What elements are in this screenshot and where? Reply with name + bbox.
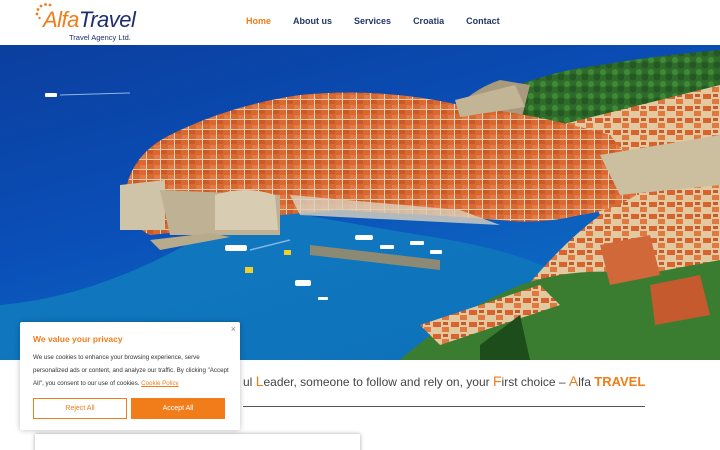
nav-services[interactable]: Services [354, 16, 391, 26]
divider [243, 406, 645, 407]
accept-all-button[interactable]: Accept All [131, 398, 225, 419]
cookie-text: We use cookies to enhance your browsing … [33, 351, 233, 390]
tagline-hl-f: F [492, 373, 502, 389]
logo-travel: Travel [78, 7, 136, 32]
nav-croatia[interactable]: Croatia [413, 16, 444, 26]
site-logo[interactable]: AlfaTravel Travel Agency Ltd. [33, 2, 143, 44]
tagline-part2: eader, someone to follow and rely on, yo… [263, 375, 493, 389]
tagline-hl-a: A [568, 373, 579, 389]
nav-about-us[interactable]: About us [293, 16, 332, 26]
tagline: ul Leader, someone to follow and rely on… [243, 373, 645, 389]
logo-subtitle: Travel Agency Ltd. [69, 33, 131, 42]
cookie-consent-banner: × We value your privacy We use cookies t… [20, 322, 240, 430]
nav-home[interactable]: Home [246, 16, 271, 26]
dubrovnik-hero-image [0, 45, 720, 360]
site-header: AlfaTravel Travel Agency Ltd. Home About… [0, 0, 720, 45]
logo-alfa: Alfa [43, 7, 79, 32]
tagline-brand: TRAVEL [594, 374, 646, 389]
cookie-body: We use cookies to enhance your browsing … [33, 354, 229, 387]
close-icon[interactable]: × [231, 324, 236, 334]
tagline-part1: ul [243, 375, 256, 389]
nav-contact[interactable]: Contact [466, 16, 500, 26]
hero-banner [0, 45, 720, 360]
tagline-part4: lfa [578, 375, 595, 389]
reject-all-button[interactable]: Reject All [33, 398, 127, 419]
content-card [35, 434, 360, 450]
tagline-part3: irst choice – [501, 375, 569, 389]
main-nav: Home About us Services Croatia Contact [246, 16, 522, 26]
cookie-policy-link[interactable]: Cookie Policy [141, 380, 179, 387]
page: AlfaTravel Travel Agency Ltd. Home About… [0, 0, 720, 450]
cookie-title: We value your privacy [33, 334, 123, 344]
logo-wordmark: AlfaTravel [43, 7, 136, 32]
